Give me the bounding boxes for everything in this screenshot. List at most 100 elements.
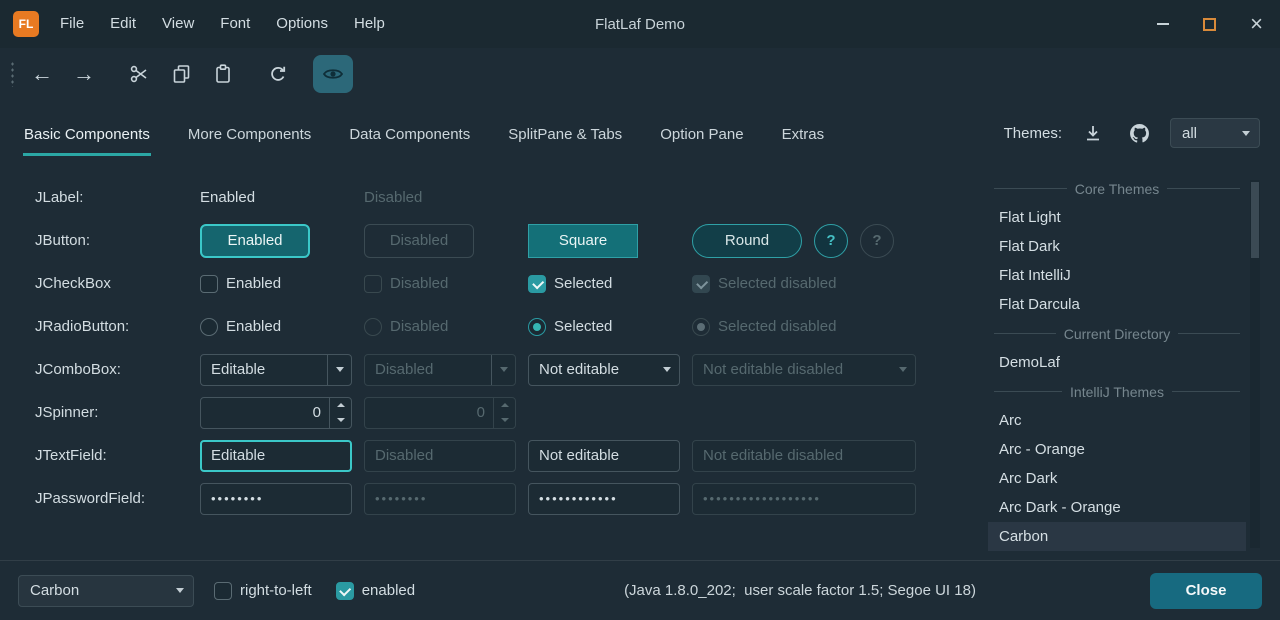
spinner-enabled[interactable]: 0	[200, 397, 352, 429]
back-icon: ←	[31, 61, 53, 87]
jlabel-row-label: JLabel:	[35, 189, 200, 206]
close-button[interactable]: Close	[1150, 573, 1262, 609]
jlabel-disabled: Disabled	[364, 189, 422, 206]
close-icon: ×	[1250, 13, 1263, 35]
minimize-icon	[1157, 23, 1169, 25]
copy-icon	[172, 64, 191, 84]
theme-item-arc-orange[interactable]: Arc - Orange	[988, 435, 1246, 464]
separator-label: IntelliJ Themes	[1070, 384, 1164, 400]
right-to-left-checkbox[interactable]: right-to-left	[214, 582, 312, 600]
toolbar-grip[interactable]	[10, 61, 15, 87]
menu-font[interactable]: Font	[207, 0, 263, 48]
download-theme-button[interactable]	[1078, 118, 1108, 148]
themes-panel: Core Themes Flat Light Flat Dark Flat In…	[988, 170, 1280, 551]
theme-filter-combobox[interactable]: all	[1170, 118, 1260, 148]
chevron-up-icon	[501, 403, 509, 407]
minimize-button[interactable]	[1139, 0, 1186, 48]
tab-more-components[interactable]: More Components	[187, 116, 312, 156]
combobox-arrow-button	[891, 355, 915, 385]
github-button[interactable]	[1124, 118, 1154, 148]
theme-item-flat-darcula[interactable]: Flat Darcula	[988, 290, 1246, 319]
radio-icon	[200, 318, 218, 336]
maximize-button[interactable]	[1186, 0, 1233, 48]
menu-edit[interactable]: Edit	[97, 0, 149, 48]
jcheckbox-row: JCheckBox Enabled Disabled Selected	[35, 262, 988, 305]
themes-separator-intellij-themes: IntelliJ Themes	[988, 377, 1246, 406]
theme-item-arc[interactable]: Arc	[988, 406, 1246, 435]
radio-enabled[interactable]: Enabled	[200, 318, 281, 336]
menu-view[interactable]: View	[149, 0, 207, 48]
square-button[interactable]: Square	[528, 224, 638, 258]
jspinner-row: JSpinner: 0 0	[35, 391, 988, 434]
forward-button[interactable]: →	[64, 55, 104, 93]
theme-item-flat-dark[interactable]: Flat Dark	[988, 232, 1246, 261]
checkbox-enabled[interactable]: Enabled	[200, 275, 281, 293]
back-button[interactable]: ←	[22, 55, 62, 93]
themes-scrollbar[interactable]	[1250, 180, 1260, 548]
passwordfield-editable[interactable]: ••••••••	[200, 483, 352, 515]
jpasswordfield-row: JPasswordField: •••••••• •••••••• ••••••…	[35, 477, 988, 520]
checkbox-icon	[200, 275, 218, 293]
close-window-button[interactable]: ×	[1233, 0, 1280, 48]
menu-help[interactable]: Help	[341, 0, 398, 48]
jradiobutton-row: JRadioButton: Enabled Disabled Selected	[35, 305, 988, 348]
spinner-value: 0	[365, 398, 493, 428]
combobox-arrow-button[interactable]	[655, 355, 679, 385]
chevron-down-icon	[500, 367, 508, 372]
show-hidden-toggle-button[interactable]	[313, 55, 353, 93]
tab-basic-components[interactable]: Basic Components	[23, 116, 151, 156]
menu-file[interactable]: File	[47, 0, 97, 48]
radio-selected[interactable]: Selected	[528, 318, 612, 336]
tab-splitpane-tabs[interactable]: SplitPane & Tabs	[507, 116, 623, 156]
textfield-disabled: Disabled	[364, 440, 516, 472]
textfield-editable[interactable]: Editable	[200, 440, 352, 472]
separator-label: Core Themes	[1075, 181, 1160, 197]
theme-item-flat-light[interactable]: Flat Light	[988, 203, 1246, 232]
tab-extras[interactable]: Extras	[781, 116, 826, 156]
menu-options[interactable]: Options	[263, 0, 341, 48]
themes-separator-current-directory: Current Directory	[988, 319, 1246, 348]
enabled-button[interactable]: Enabled	[200, 224, 310, 258]
theme-item-flat-intellij[interactable]: Flat IntelliJ	[988, 261, 1246, 290]
paste-button[interactable]	[203, 55, 243, 93]
copy-button[interactable]	[161, 55, 201, 93]
help-button[interactable]: ?	[814, 224, 848, 258]
theme-item-arc-dark[interactable]: Arc Dark	[988, 464, 1246, 493]
spinner-value[interactable]: 0	[201, 398, 329, 428]
cut-button[interactable]	[119, 55, 159, 93]
theme-filter-value: all	[1182, 125, 1242, 142]
spinner-up-button[interactable]	[330, 398, 351, 413]
tab-data-components[interactable]: Data Components	[348, 116, 471, 156]
radio-label: Selected	[554, 318, 612, 335]
spinner-disabled: 0	[364, 397, 516, 429]
disabled-button: Disabled	[364, 224, 474, 258]
combobox-arrow-button[interactable]	[327, 355, 351, 385]
round-button-group: Round ? ?	[692, 224, 894, 258]
chevron-down-icon	[501, 418, 509, 422]
theme-item-carbon[interactable]: Carbon	[988, 522, 1246, 551]
passwordfield-not-editable-disabled: ••••••••••••••••••	[692, 483, 916, 515]
checkbox-selected[interactable]: Selected	[528, 275, 612, 293]
jpasswordfield-row-label: JPasswordField:	[35, 490, 200, 507]
combobox-not-editable-disabled: Not editable disabled	[692, 354, 916, 386]
theme-item-demolaf[interactable]: DemoLaf	[988, 348, 1246, 377]
checkbox-label: Selected	[554, 275, 612, 292]
textfield-not-editable[interactable]: Not editable	[528, 440, 680, 472]
tab-option-pane[interactable]: Option Pane	[659, 116, 744, 156]
theme-item-arc-dark-orange[interactable]: Arc Dark - Orange	[988, 493, 1246, 522]
jtextfield-row: JTextField: Editable Disabled Not editab…	[35, 434, 988, 477]
themes-scrollbar-thumb[interactable]	[1251, 182, 1259, 258]
round-button[interactable]: Round	[692, 224, 802, 258]
refresh-button[interactable]	[258, 55, 298, 93]
enabled-checkbox[interactable]: enabled	[336, 582, 415, 600]
spinner-down-button	[494, 413, 515, 428]
spinner-down-button[interactable]	[330, 413, 351, 428]
main-content: JLabel: Enabled Disabled JButton: Enable…	[0, 156, 1280, 551]
combobox-not-editable[interactable]: Not editable	[528, 354, 680, 386]
themes-separator-core: Core Themes	[988, 174, 1246, 203]
combobox-editable[interactable]: Editable	[200, 354, 352, 386]
combobox-value: Not editable disabled	[693, 361, 891, 378]
checkbox-icon	[214, 582, 232, 600]
passwordfield-not-editable[interactable]: ••••••••••••	[528, 483, 680, 515]
theme-combobox[interactable]: Carbon	[18, 575, 194, 607]
